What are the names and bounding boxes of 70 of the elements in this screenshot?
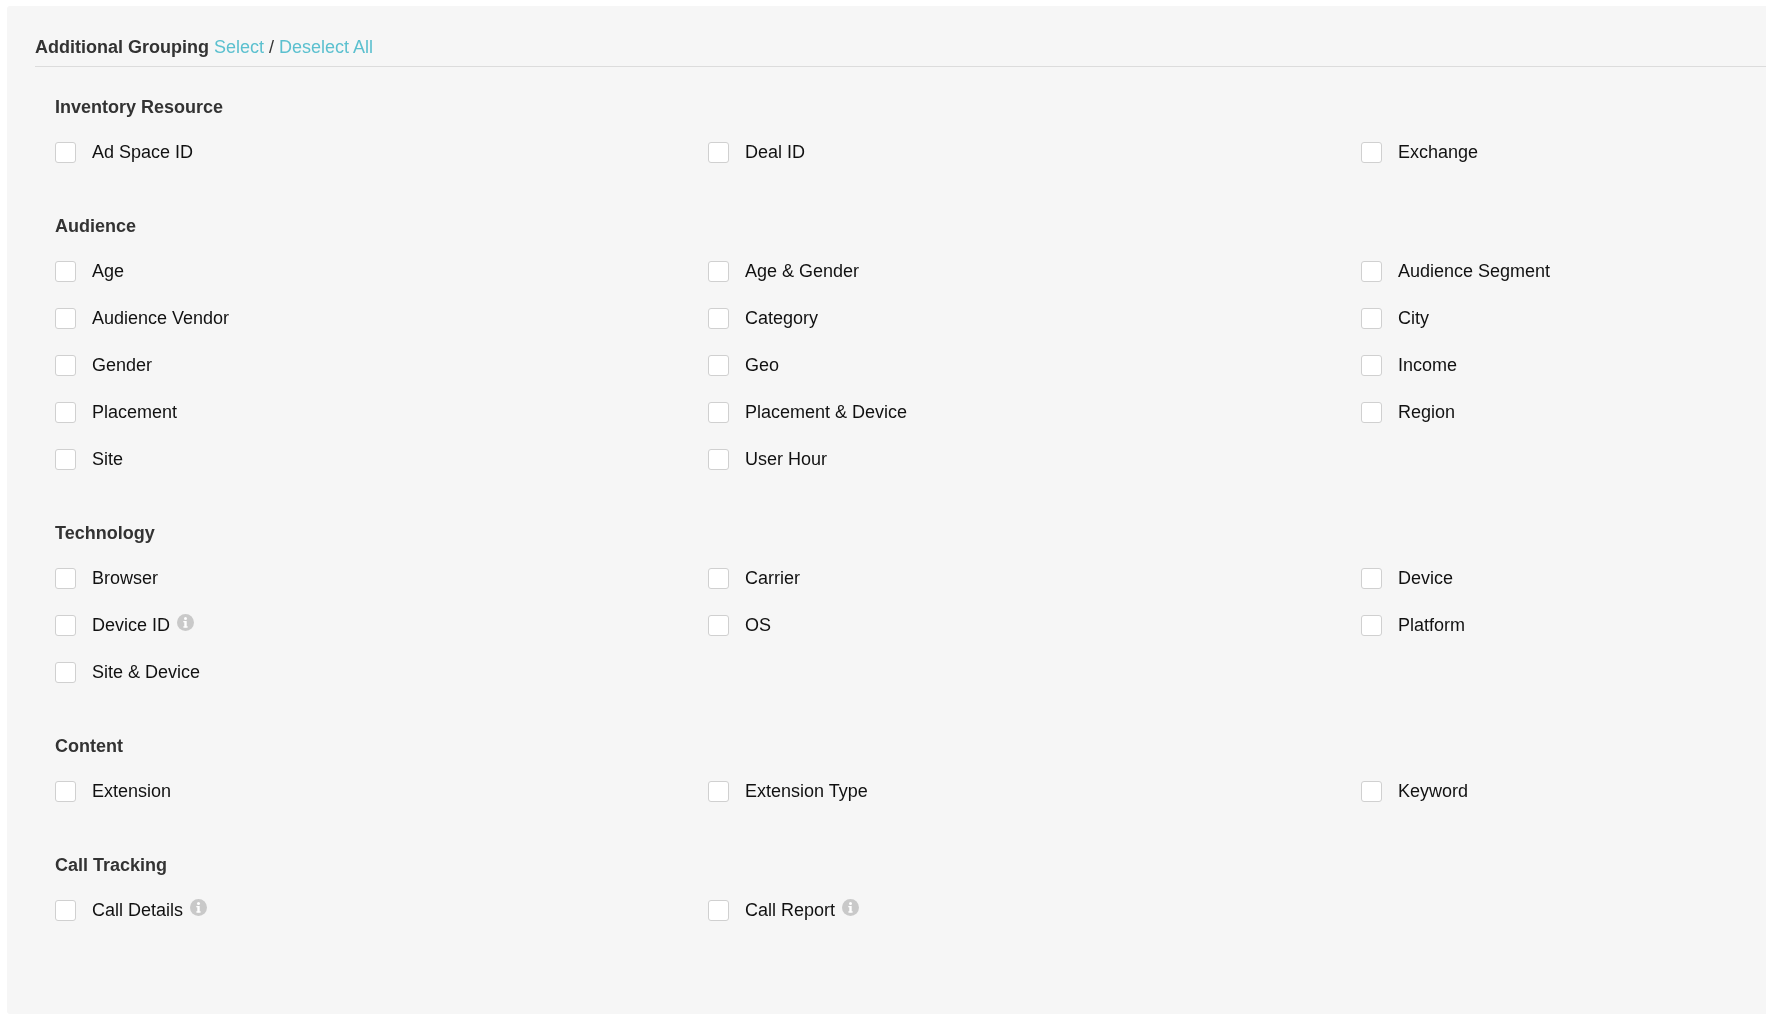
option-label: OS <box>745 614 771 637</box>
checkbox[interactable] <box>1361 261 1382 282</box>
option-label: Deal ID <box>745 141 806 164</box>
option-label: Region <box>1398 401 1456 424</box>
checkbox[interactable] <box>55 355 76 376</box>
option-label: Call Details <box>92 899 184 922</box>
checkbox[interactable] <box>708 142 729 163</box>
checkbox[interactable] <box>1361 355 1382 376</box>
section-title: Additional Grouping <box>35 35 209 59</box>
option-label: Browser <box>92 567 158 590</box>
option-label: Call Report <box>745 899 836 922</box>
checkbox[interactable] <box>55 308 76 329</box>
option-label: Gender <box>92 354 153 377</box>
option-label: City <box>1398 307 1429 330</box>
checkbox[interactable] <box>708 308 729 329</box>
info-icon[interactable] <box>177 614 195 631</box>
option-label: Device <box>1398 567 1454 590</box>
checkbox[interactable] <box>1361 615 1382 636</box>
option-label: Income <box>1398 354 1458 377</box>
option-label: Site & Device <box>92 661 201 684</box>
group-heading: Inventory Resource <box>55 96 224 119</box>
group-heading: Call Tracking <box>55 854 168 877</box>
checkbox[interactable] <box>1361 308 1382 329</box>
checkbox[interactable] <box>55 568 76 589</box>
checkbox[interactable] <box>55 781 76 802</box>
separator-text: / <box>269 35 275 59</box>
checkbox[interactable] <box>55 402 76 423</box>
option-label: Audience Vendor <box>92 307 230 330</box>
checkbox[interactable] <box>1361 142 1382 163</box>
checkbox[interactable] <box>1361 568 1382 589</box>
option-label: Carrier <box>745 567 800 590</box>
checkbox[interactable] <box>1361 781 1382 802</box>
checkbox[interactable] <box>708 402 729 423</box>
option-label: Ad Space ID <box>92 141 194 164</box>
option-label: Site <box>92 448 124 471</box>
checkbox[interactable] <box>708 449 729 470</box>
checkbox[interactable] <box>708 261 729 282</box>
option-label: Platform <box>1398 614 1466 637</box>
group-heading: Audience <box>55 215 137 238</box>
checkbox[interactable] <box>55 261 76 282</box>
option-label: Extension Type <box>745 780 868 803</box>
option-label: Keyword <box>1398 780 1469 803</box>
deselect-all-link[interactable]: Deselect All <box>279 33 374 61</box>
option-label: Device ID <box>92 614 171 637</box>
select-link[interactable]: Select <box>214 33 264 61</box>
checkbox[interactable] <box>55 142 76 163</box>
checkbox[interactable] <box>708 615 729 636</box>
checkbox[interactable] <box>708 568 729 589</box>
checkbox[interactable] <box>708 900 729 921</box>
option-label: Geo <box>745 354 780 377</box>
checkbox[interactable] <box>55 449 76 470</box>
info-icon[interactable] <box>190 899 208 916</box>
checkbox[interactable] <box>55 662 76 683</box>
option-label: Age & Gender <box>745 260 860 283</box>
option-label: Age <box>92 260 125 283</box>
option-label: Extension <box>92 780 172 803</box>
option-label: Placement <box>92 401 178 424</box>
group-heading: Content <box>55 735 123 758</box>
option-label: Category <box>745 307 819 330</box>
checkbox[interactable] <box>55 615 76 636</box>
checkbox[interactable] <box>708 355 729 376</box>
option-label: Placement & Device <box>745 401 908 424</box>
option-label: User Hour <box>745 448 828 471</box>
group-heading: Technology <box>55 522 155 545</box>
option-label: Audience Segment <box>1398 260 1551 283</box>
checkbox[interactable] <box>708 781 729 802</box>
info-icon[interactable] <box>842 899 860 916</box>
checkbox[interactable] <box>55 900 76 921</box>
option-label: Exchange <box>1398 141 1479 164</box>
checkbox[interactable] <box>1361 402 1382 423</box>
